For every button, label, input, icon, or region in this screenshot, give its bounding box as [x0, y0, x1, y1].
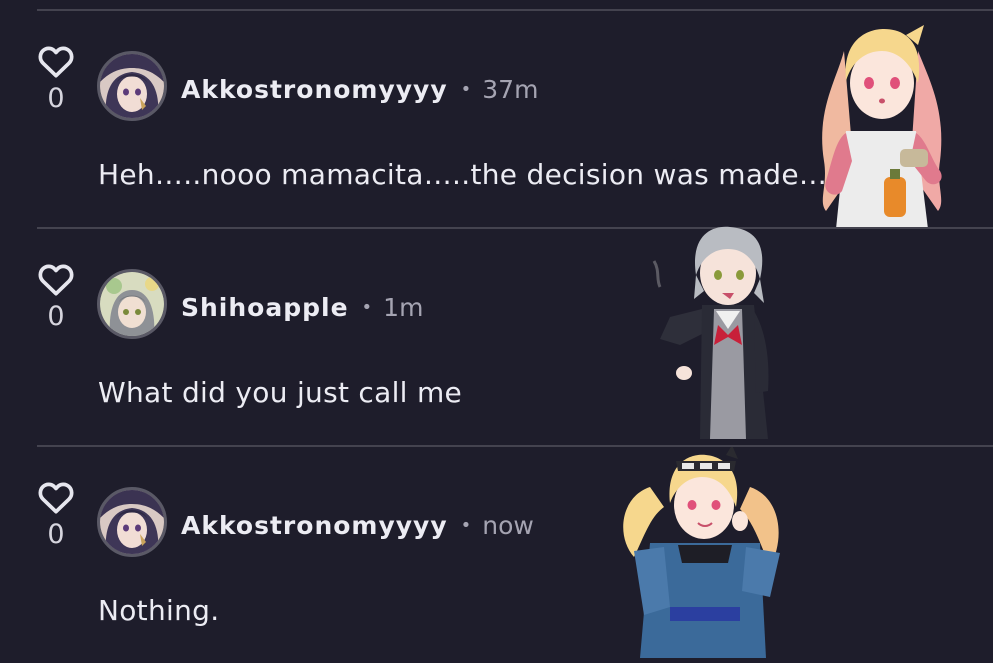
sticker-image — [806, 21, 956, 229]
timestamp: 37m — [482, 74, 539, 104]
heart-icon[interactable] — [37, 480, 75, 514]
heart-icon[interactable] — [37, 44, 75, 78]
timestamp: 1m — [383, 292, 424, 322]
avatar[interactable] — [97, 487, 167, 557]
sticker-image — [650, 221, 800, 439]
like-count: 0 — [47, 519, 65, 550]
comment-text: Heh…..nooo mamacita…..the decision was m… — [98, 158, 828, 191]
separator-dot: • — [460, 514, 472, 536]
comment-meta: Akkostronomyyyy • 37m — [181, 69, 538, 109]
avatar[interactable] — [97, 269, 167, 339]
comment-meta: Akkostronomyyyy • now — [181, 505, 534, 545]
username[interactable]: Akkostronomyyyy — [181, 511, 448, 540]
separator-dot: • — [361, 296, 373, 318]
heart-icon[interactable] — [37, 262, 75, 296]
sticker-image — [620, 445, 790, 658]
avatar[interactable] — [97, 51, 167, 121]
separator-dot: • — [460, 78, 472, 100]
like-control: 0 — [35, 480, 77, 550]
like-control: 0 — [35, 262, 77, 332]
username[interactable]: Akkostronomyyyy — [181, 75, 448, 104]
comment-item: 0 Akkostronomyyyy • now Nothing. — [0, 445, 993, 663]
username[interactable]: Shihoapple — [181, 293, 349, 322]
comment-item: 0 Shihoapple • 1m What did you just call… — [0, 226, 993, 445]
comment-meta: Shihoapple • 1m — [181, 287, 423, 327]
like-count: 0 — [47, 301, 65, 332]
like-count: 0 — [47, 83, 65, 114]
comment-text: What did you just call me — [98, 376, 463, 409]
like-control: 0 — [35, 44, 77, 114]
timestamp: now — [482, 510, 534, 540]
comment-text: Nothing. — [98, 594, 220, 627]
comment-item: 0 Akkostronomyyyy • 37m Heh…..nooo mamac… — [0, 11, 993, 229]
